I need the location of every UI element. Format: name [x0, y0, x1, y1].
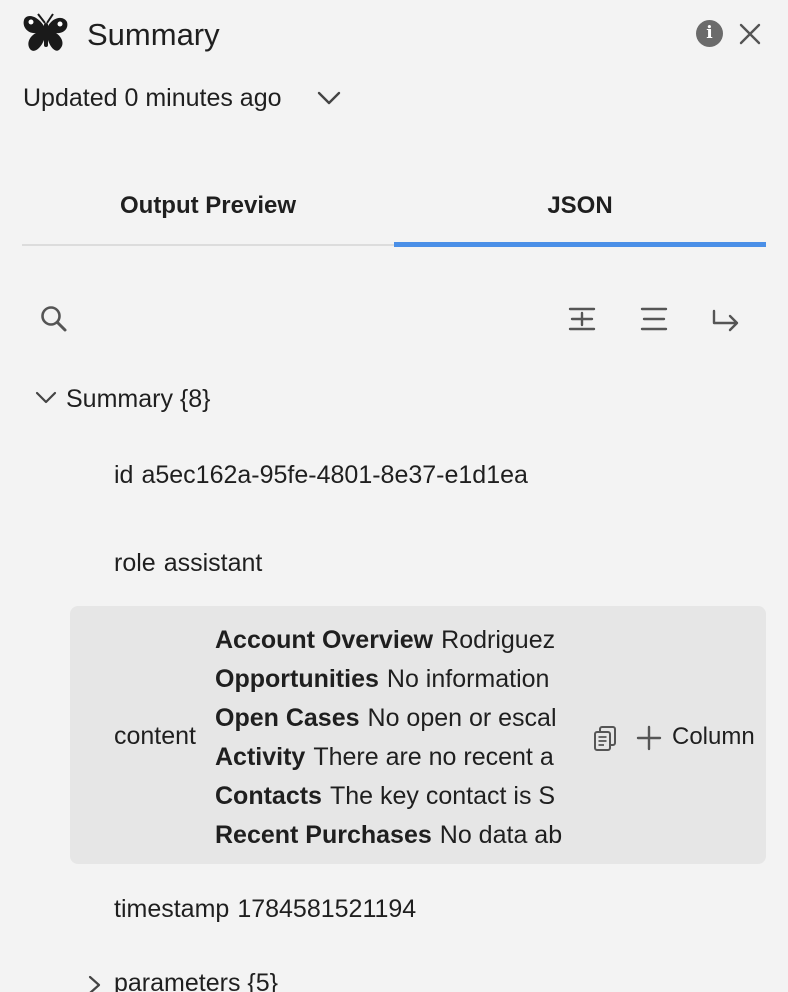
tree-node-label: Summary {8}: [66, 380, 211, 418]
line-text: There are no recent a: [313, 743, 554, 771]
content-value: Account Overview Rodriguez Opportunities N…: [215, 621, 575, 855]
content-line: Open Cases No open or escal: [215, 699, 575, 738]
line-heading: Opportunities: [215, 665, 379, 693]
updated-status: Updated 0 minutes ago: [23, 84, 282, 112]
tab-label: JSON: [547, 192, 613, 219]
plus-icon: [636, 725, 662, 751]
field-value: a5ec162a-95fe-4801-8e37-e1d1ea: [141, 461, 528, 489]
field-value: assistant: [163, 549, 263, 577]
tab-label: Output Preview: [119, 192, 297, 219]
expand-all-icon[interactable]: [565, 302, 599, 336]
tree-row-role[interactable]: role assistant: [114, 546, 262, 580]
info-icon[interactable]: i: [696, 20, 723, 47]
butterfly-icon: [23, 13, 68, 51]
chevron-down-icon[interactable]: [316, 88, 342, 108]
line-heading: Open Cases: [215, 704, 360, 732]
wrap-icon[interactable]: [709, 302, 743, 336]
tab-json[interactable]: JSON: [394, 180, 766, 247]
field-key: id: [114, 461, 134, 489]
line-heading: Account Overview: [215, 626, 434, 654]
content-line: Account Overview Rodriguez: [215, 621, 575, 660]
content-line: Recent Purchases No data ab: [215, 816, 575, 855]
chevron-right-icon[interactable]: [84, 974, 104, 992]
node-count: {8}: [179, 385, 211, 413]
line-heading: Recent Purchases: [215, 821, 432, 849]
tree-row-content[interactable]: content Account Overview Rodriguez Opport…: [70, 606, 766, 864]
tree-row-timestamp[interactable]: timestamp 1784581521194: [114, 892, 416, 926]
add-column-label: Column: [672, 723, 755, 750]
line-text: Rodriguez: [441, 626, 556, 654]
tab-output-preview[interactable]: Output Preview: [22, 180, 394, 244]
search-icon[interactable]: [37, 302, 71, 336]
field-key: role: [114, 549, 156, 577]
line-text: No information: [386, 665, 550, 693]
field-key: content: [114, 722, 197, 750]
node-count: {5}: [247, 969, 279, 992]
line-text: The key contact is S: [329, 782, 556, 810]
content-line: Opportunities No information: [215, 660, 575, 699]
line-text: No data ab: [439, 821, 563, 849]
content-line: Contacts The key contact is S: [215, 777, 575, 816]
node-key: Summary: [66, 385, 173, 413]
panel-title: Summary: [87, 17, 220, 52]
content-line: Activity There are no recent a: [215, 738, 575, 777]
close-icon[interactable]: [736, 20, 764, 48]
field-value: 1784581521194: [237, 895, 417, 923]
copy-icon[interactable]: [592, 724, 620, 752]
collapse-all-icon[interactable]: [637, 302, 671, 336]
chevron-down-icon[interactable]: [34, 388, 58, 408]
tree-row-id[interactable]: id a5ec162a-95fe-4801-8e37-e1d1ea: [114, 458, 574, 492]
tree-node-label: parameters {5}: [114, 966, 278, 992]
view-tabs: Output Preview JSON: [22, 180, 766, 247]
node-key: parameters: [114, 969, 241, 992]
field-key: timestamp: [114, 895, 230, 923]
line-heading: Activity: [215, 743, 306, 771]
line-heading: Contacts: [215, 782, 322, 810]
active-tab-indicator: [394, 242, 766, 247]
line-text: No open or escal: [367, 704, 557, 732]
panel-header: Summary i Updated 0 minutes ago: [0, 0, 788, 140]
